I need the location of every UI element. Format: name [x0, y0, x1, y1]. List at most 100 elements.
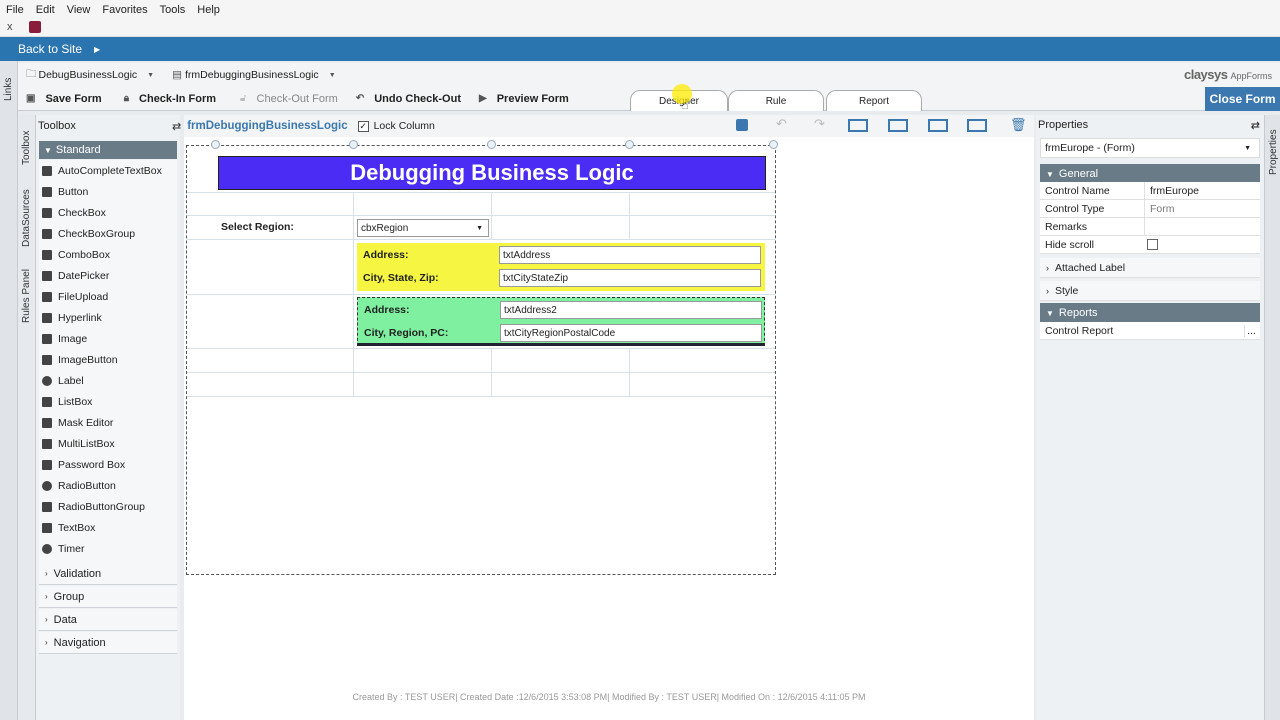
datasources-side-tab[interactable]: DataSources [21, 189, 32, 247]
multilistbox-icon [42, 439, 52, 449]
toolbox-item[interactable]: ComboBox [42, 245, 174, 265]
lock-column-checkbox[interactable]: ✓ [357, 120, 369, 132]
toolbox-item[interactable]: Mask Editor [42, 413, 174, 433]
address-textbox[interactable]: txtAddress [499, 246, 761, 264]
swap-panel-icon[interactable]: ⇄ [172, 120, 181, 133]
menu-edit[interactable]: Edit [36, 4, 55, 16]
table-delete-row-icon[interactable] [928, 119, 948, 132]
column-handle[interactable] [769, 140, 778, 149]
lock-icon: 🔒︎ [123, 93, 130, 104]
radiobutton-icon [42, 481, 52, 491]
address-panel-europe[interactable]: Address: txtAddress2 City, Region, PC: t… [357, 297, 765, 346]
standard-section-header[interactable]: ▼ Standard [39, 141, 177, 159]
selector-row: 🗀 DebugBusinessLogic ▼ ▤ frmDebuggingBus… [18, 63, 1280, 87]
image-icon [42, 334, 52, 344]
address2-textbox[interactable]: txtAddress2 [500, 301, 762, 319]
menu-help[interactable]: Help [197, 4, 220, 16]
back-to-site-link[interactable]: Back to Site [18, 42, 82, 56]
form-design-surface[interactable]: Debugging Business Logic Select Region: … [186, 145, 776, 575]
data-section-header[interactable]: › Data [39, 609, 177, 631]
tab-report[interactable]: Report [826, 90, 922, 111]
table-delete-column-icon[interactable] [967, 119, 987, 132]
remarks-value[interactable] [1144, 218, 1260, 235]
menu-favorites[interactable]: Favorites [102, 4, 147, 16]
hide-scroll-checkbox[interactable] [1147, 239, 1158, 250]
form-selector[interactable]: ▤ frmDebuggingBusinessLogic ▼ [172, 69, 336, 81]
toolbox-item[interactable]: Hyperlink [42, 308, 174, 328]
swap-panel-icon[interactable]: ⇄ [1251, 119, 1260, 132]
redo-icon[interactable]: ↷ [814, 116, 825, 132]
undo-check-out-button[interactable]: ↶ Undo Check-Out [356, 93, 461, 105]
toolbox-item[interactable]: Button [42, 182, 174, 202]
style-group[interactable]: › Style [1040, 281, 1260, 301]
toolbox-item[interactable]: RadioButtonGroup [42, 497, 174, 517]
menu-view[interactable]: View [67, 4, 91, 16]
property-name: Control Type [1045, 202, 1105, 215]
form-title-label[interactable]: Debugging Business Logic [218, 156, 766, 190]
attached-label-group[interactable]: › Attached Label [1040, 258, 1260, 278]
group-section-header[interactable]: › Group [39, 586, 177, 608]
toolbox-item-label: CheckBox [58, 207, 106, 219]
grid-line [491, 192, 492, 240]
check-out-form-button[interactable]: 🔓︎ Check-Out Form [240, 93, 338, 105]
menu-tools[interactable]: Tools [160, 4, 186, 16]
undo-icon: ↶ [355, 93, 365, 104]
hand-cursor-icon: ☝︎ [681, 97, 689, 112]
tab-rule[interactable]: Rule [728, 90, 824, 111]
toolbox-item[interactable]: AutoCompleteTextBox [42, 161, 174, 181]
column-handle[interactable] [487, 140, 496, 149]
project-selector[interactable]: 🗀 DebugBusinessLogic ▼ [26, 66, 154, 84]
control-name-value[interactable]: frmEurope [1144, 182, 1199, 199]
links-tab[interactable]: Links [3, 78, 14, 101]
column-handle[interactable] [349, 140, 358, 149]
menu-file[interactable]: File [6, 4, 24, 16]
validation-section-header[interactable]: › Validation [39, 563, 177, 585]
brand-product: AppForms [1230, 71, 1272, 81]
rules-panel-side-tab[interactable]: Rules Panel [21, 269, 32, 323]
toolbox-item[interactable]: ListBox [42, 392, 174, 412]
shield-icon[interactable] [736, 119, 748, 131]
property-name: Hide scroll [1045, 238, 1095, 251]
city-region-pc-textbox[interactable]: txtCityRegionPostalCode [500, 324, 762, 342]
toolbox-item[interactable]: Password Box [42, 455, 174, 475]
toolbox-side-tab[interactable]: Toolbox [21, 131, 32, 165]
column-handle[interactable] [211, 140, 220, 149]
toolbox-item[interactable]: Timer [42, 539, 174, 559]
address-panel-us[interactable]: Address: txtAddress City, State, Zip: tx… [357, 243, 765, 291]
property-row: Control Type Form [1040, 200, 1260, 218]
toolbox-item[interactable]: FileUpload [42, 287, 174, 307]
toolbox-header: Toolbox [38, 115, 178, 137]
control-report-ellipsis-button[interactable]: ... [1244, 324, 1258, 337]
address-label: Address: [363, 249, 409, 261]
toolbox-item[interactable]: MultiListBox [42, 434, 174, 454]
table-insert-column-icon[interactable] [888, 119, 908, 132]
toolbox-item[interactable]: RadioButton [42, 476, 174, 496]
navigation-section-header[interactable]: › Navigation [39, 632, 177, 654]
column-handle[interactable] [625, 140, 634, 149]
toolbox-item[interactable]: CheckBoxGroup [42, 224, 174, 244]
toolbox-item[interactable]: TextBox [42, 518, 174, 538]
properties-side-tab[interactable]: Properties [1268, 129, 1279, 175]
close-form-button[interactable]: Close Form [1205, 87, 1280, 111]
table-insert-row-icon[interactable] [848, 119, 868, 132]
toolbox-item[interactable]: CheckBox [42, 203, 174, 223]
city-state-zip-textbox[interactable]: txtCityStateZip [499, 269, 761, 287]
trash-icon[interactable]: 🗑︎ [1010, 117, 1027, 133]
toolbox-item[interactable]: Image [42, 329, 174, 349]
preview-form-button[interactable]: ▶ Preview Form [479, 93, 569, 105]
property-name: Control Report [1045, 324, 1114, 337]
tab-close-icon[interactable]: x [7, 21, 13, 33]
toolbox-item[interactable]: ImageButton [42, 350, 174, 370]
properties-control-selector[interactable]: frmEurope - (Form) ▼ [1040, 138, 1260, 158]
check-in-form-button[interactable]: 🔒︎ Check-In Form [124, 93, 216, 105]
toolbox-item[interactable]: Label [42, 371, 174, 391]
address-label: Address: [364, 304, 410, 316]
chevron-down-icon: ▼ [44, 145, 52, 155]
toolbox-item[interactable]: DatePicker [42, 266, 174, 286]
reports-group-header[interactable]: ▼ Reports [1040, 303, 1260, 323]
general-group-header[interactable]: ▼ General [1040, 164, 1260, 184]
save-form-button[interactable]: ▣ Save Form [26, 93, 102, 105]
region-combobox[interactable]: cbxRegion ▼ [357, 219, 489, 237]
undo-icon[interactable]: ↶ [776, 116, 787, 132]
chevron-right-icon: › [45, 615, 48, 624]
